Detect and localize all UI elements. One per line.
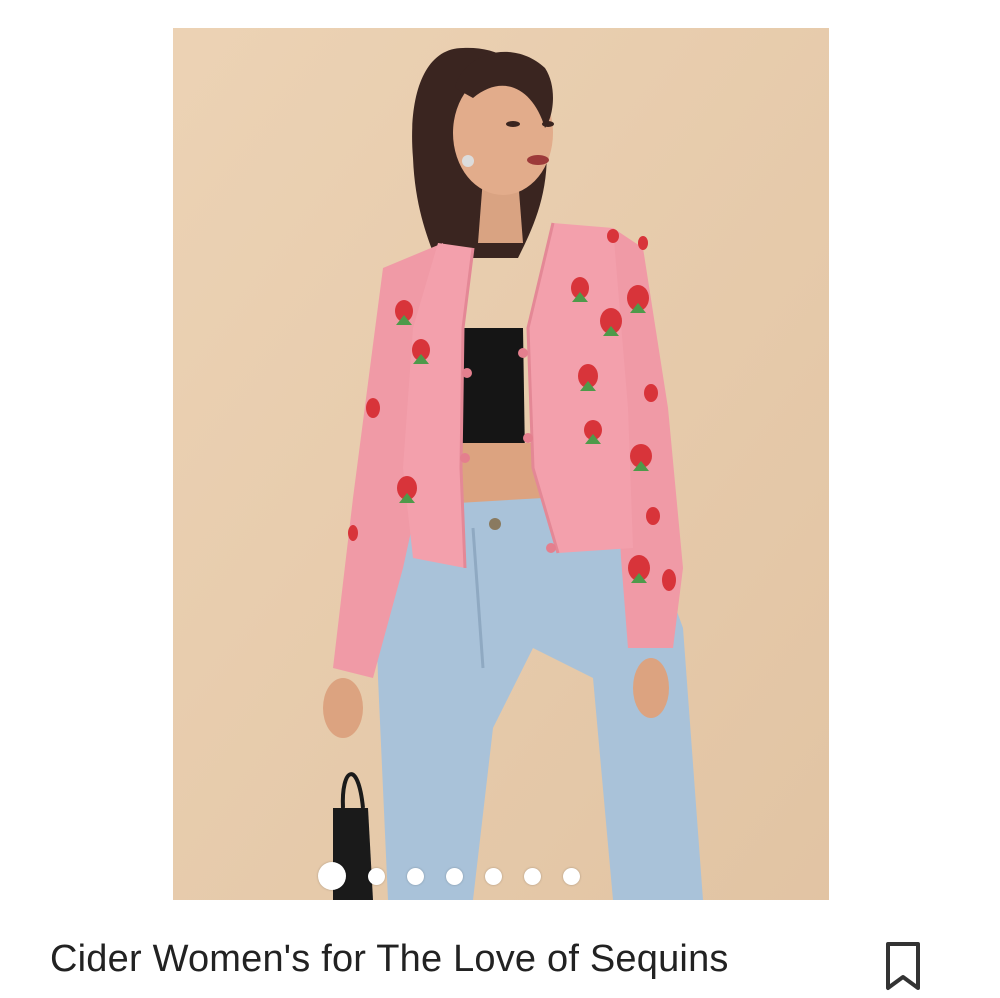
carousel-dot-3[interactable] (407, 867, 424, 885)
carousel-dot-1[interactable] (318, 862, 346, 890)
product-image-carousel[interactable] (173, 28, 829, 900)
carousel-dot-5[interactable] (485, 867, 502, 885)
carousel-dot-2[interactable] (368, 867, 385, 885)
product-title[interactable]: Cider Women's for The Love of Sequins (50, 938, 729, 981)
carousel-dot-6[interactable] (524, 867, 541, 885)
bookmark-icon (886, 942, 920, 990)
carousel-indicators (173, 862, 777, 890)
product-page: Cider Women's for The Love of Sequins (0, 0, 1000, 998)
product-photo (173, 28, 829, 900)
carousel-dot-7[interactable] (563, 867, 580, 885)
bookmark-button[interactable] (880, 940, 926, 992)
carousel-dot-4[interactable] (446, 867, 463, 885)
